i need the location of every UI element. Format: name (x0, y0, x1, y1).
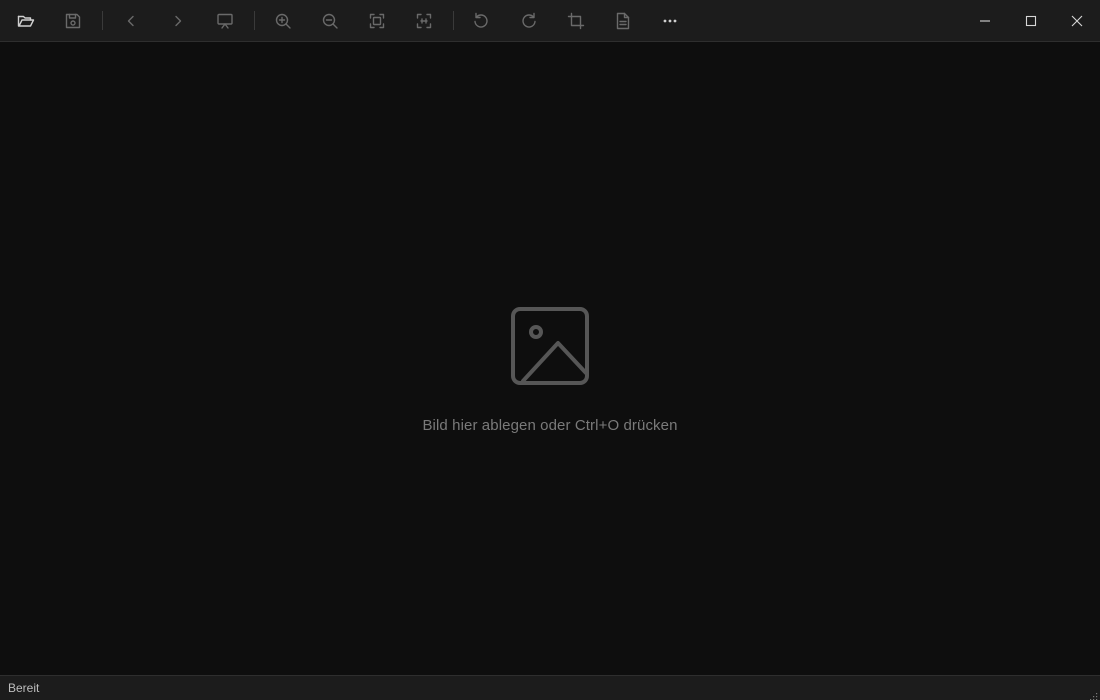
next-image-button[interactable] (161, 0, 195, 41)
toolbar (0, 0, 1100, 42)
slideshow-icon (217, 13, 233, 29)
actual-size-icon (416, 13, 432, 28)
previous-image-button[interactable] (114, 0, 148, 41)
save-button[interactable] (56, 0, 90, 41)
status-bar: Bereit (0, 675, 1100, 700)
rotate-right-button[interactable] (512, 0, 546, 41)
zoom-out-icon (322, 13, 338, 29)
close-button[interactable] (1054, 0, 1100, 41)
image-canvas[interactable]: Bild hier ablegen oder Ctrl+O drücken (0, 42, 1100, 675)
minimize-icon (980, 19, 990, 22)
fit-to-window-icon (369, 13, 385, 28)
crop-icon (567, 12, 585, 29)
chevron-right-icon (175, 15, 182, 26)
more-icon (663, 19, 677, 22)
toolbar-separator (254, 11, 255, 30)
image-placeholder-icon (510, 306, 590, 391)
zoom-out-button[interactable] (313, 0, 347, 41)
toolbar-separator (102, 11, 103, 30)
rotate-left-button[interactable] (464, 0, 498, 41)
image-viewer-window: Bild hier ablegen oder Ctrl+O drücken Be… (0, 0, 1100, 700)
zoom-in-button[interactable] (266, 0, 300, 41)
status-text: Bereit (8, 681, 40, 695)
fit-to-window-button[interactable] (360, 0, 394, 41)
open-file-button[interactable] (9, 0, 43, 41)
empty-state: Bild hier ablegen oder Ctrl+O drücken (0, 306, 1100, 434)
open-folder-icon (17, 15, 35, 27)
toolbar-separator (453, 11, 454, 30)
resize-grip-icon[interactable] (1088, 688, 1098, 700)
more-button[interactable] (653, 0, 687, 41)
rotate-right-icon (522, 12, 536, 28)
maximize-button[interactable] (1008, 0, 1054, 41)
maximize-icon (1025, 15, 1037, 26)
slideshow-button[interactable] (208, 0, 242, 41)
minimize-button[interactable] (962, 0, 1008, 41)
zoom-in-icon (275, 13, 291, 29)
save-icon (65, 13, 81, 28)
drop-hint-text: Bild hier ablegen oder Ctrl+O drücken (422, 417, 678, 434)
image-info-button[interactable] (606, 0, 640, 41)
chevron-left-icon (127, 15, 134, 26)
actual-size-button[interactable] (407, 0, 441, 41)
crop-button[interactable] (559, 0, 593, 41)
rotate-left-icon (474, 12, 488, 28)
image-info-icon (616, 12, 630, 29)
close-icon (1071, 15, 1083, 26)
